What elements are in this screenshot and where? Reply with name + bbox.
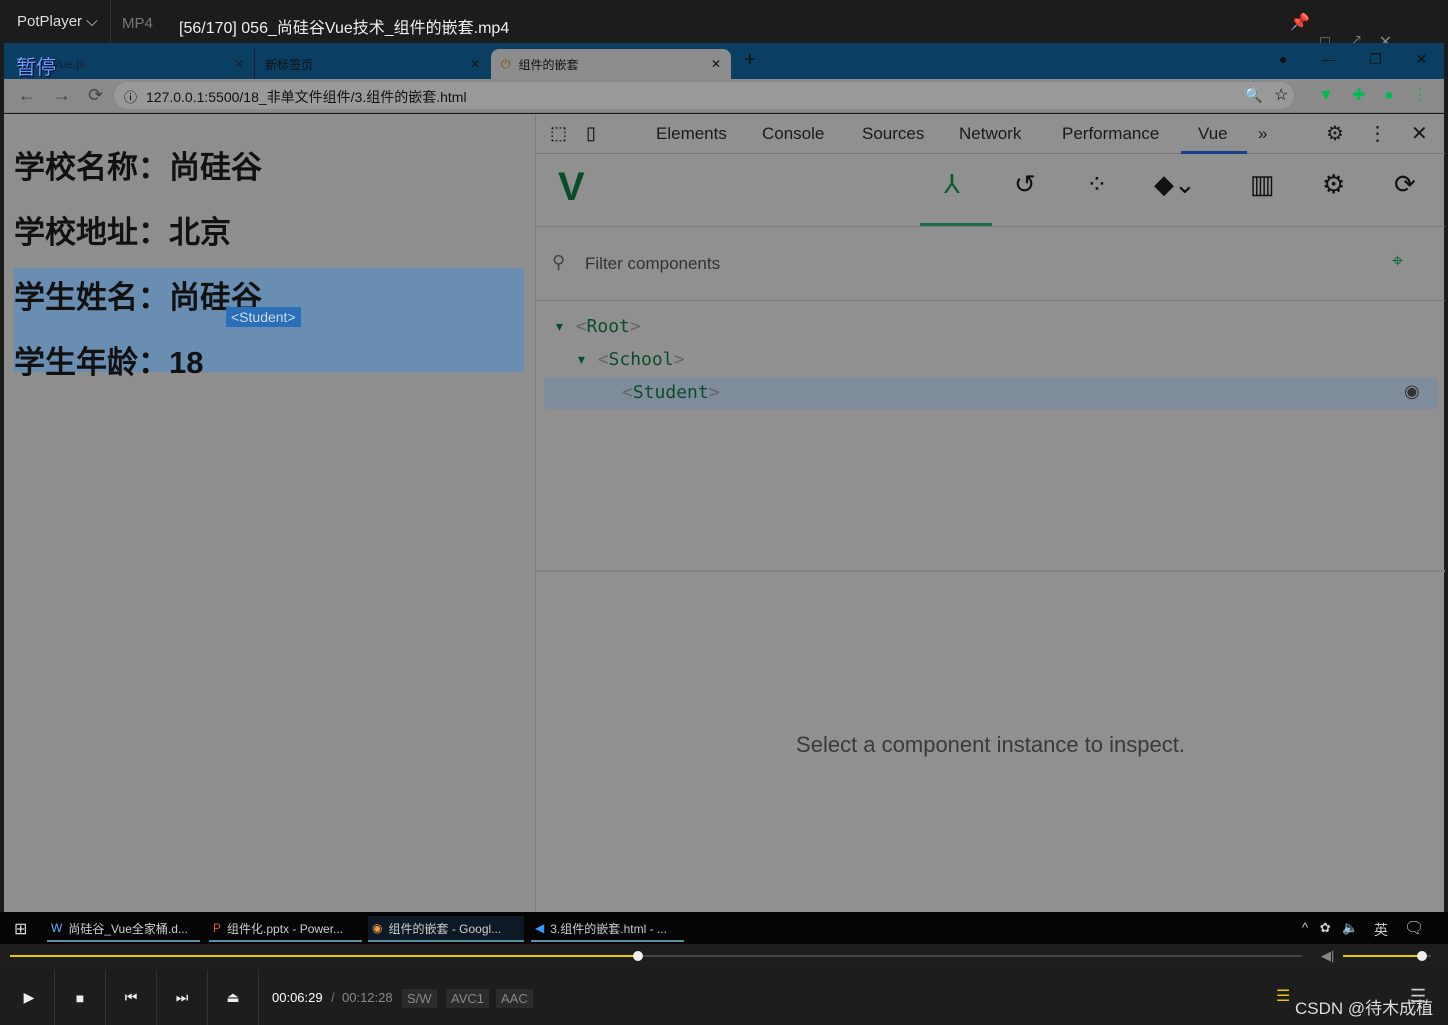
time-total: 00:12:28 [342,990,393,1005]
windows-taskbar: ⊞ W 尚硅谷_Vue全家桶.d... P 组件化.pptx - Power... … [0,912,1448,944]
pause-osd: 暂停 [16,57,56,79]
volume-icon[interactable]: ◀| [1321,948,1334,964]
tree-node-student[interactable]: <Student> [622,382,720,403]
address-bar: ← → ⟳ ⓘ 127.0.0.1:5500/18_非单文件组件/3.组件的嵌套… [4,79,1444,113]
favicon-icon: ⏻ [501,56,511,71]
refresh-icon[interactable]: ⟳ [1394,169,1416,200]
tab-active[interactable]: ⏻ 组件的嵌套 ✕ [491,49,731,79]
windows-start-icon[interactable]: ⊞ [14,919,27,939]
tree-node-root[interactable]: ▾ <Root> [554,316,641,337]
time-separator: / [331,990,335,1005]
playlist-search-icon[interactable]: ☰ [1276,986,1290,1006]
extension-icons[interactable]: ▼ ✚ ● ⋮ [1318,85,1428,105]
components-icon[interactable]: ⅄ [944,169,960,200]
taskbar-chrome[interactable]: ◉ 组件的嵌套 - Googl... [368,916,524,942]
web-page: 学校名称：尚硅谷 学校地址：北京 学生姓名：尚硅谷 学生年龄：18 <Stude… [4,114,535,912]
more-tabs-icon[interactable]: » [1258,124,1267,144]
vuex-icon[interactable]: ⁘ [1086,169,1108,200]
router-icon[interactable]: ◆⌄ [1154,169,1196,200]
url-field[interactable]: ⓘ 127.0.0.1:5500/18_非单文件组件/3.组件的嵌套.html … [114,82,1294,109]
tray-icons[interactable]: ^ ✿ 🔈 [1302,920,1358,936]
devtools-panel: ⬚ ▯ Elements Console Sources Network Per… [535,114,1445,912]
tab-network[interactable]: Network [959,124,1021,144]
tab-performance[interactable]: Performance [1062,124,1159,144]
filter-input[interactable]: Filter components [585,254,720,274]
school-address: 学校地址：北京 [14,215,231,250]
play-button[interactable]: ▶ [4,970,55,1025]
tab-vue[interactable]: Vue [1198,124,1228,144]
tab-new[interactable]: 新标签页 ✕ [254,49,490,79]
video-title: [56/170] 056_尚硅谷Vue技术_组件的嵌套.mp4 [179,20,510,37]
app-menu[interactable]: PotPlayer ⌵ [17,13,98,30]
url-text: 127.0.0.1:5500/18_非单文件组件/3.组件的嵌套.html [146,89,467,105]
format-label: MP4 [122,15,153,32]
badge-video-codec[interactable]: AVC1 [446,989,489,1008]
inspect-icon[interactable]: ⬚ ▯ [550,123,596,144]
student-name: 学生姓名：尚硅谷 [14,280,262,315]
player-controls: ▶ ■ ⏮ ⏭ ⏏ 00:06:29 / 00:12:28 S/W AVC1 A… [0,970,1448,1025]
new-tab-button[interactable]: + [744,49,756,72]
zoom-icon[interactable]: 🔍 [1244,86,1263,104]
target-icon[interactable]: ⌖ [1392,250,1403,273]
taskbar-ppt[interactable]: P 组件化.pptx - Power... [209,916,362,942]
student-age: 学生年龄：18 [14,345,204,380]
filter-bar[interactable]: ⚲ Filter components ⌖ [536,228,1445,301]
time-current: 00:06:29 [272,990,323,1005]
tab-console[interactable]: Console [762,124,824,144]
tree-node-school[interactable]: ▾ <School> [576,349,684,370]
seek-area: ◀| [0,944,1448,970]
star-icon[interactable]: ☆ [1274,85,1288,105]
previous-button[interactable]: ⏮ [106,970,157,1025]
browser-tabstrip: Vue.js ✕ 新标签页 ✕ ⏻ 组件的嵌套 ✕ + 暂停 ● — ❐ ✕ [4,43,1444,79]
timeline-icon[interactable]: ↺ [1014,169,1036,200]
browser-window-controls[interactable]: ● — ❐ ✕ [1279,51,1427,68]
taskbar-vscode[interactable]: ◀ 3.组件的嵌套.html - ... [531,916,684,942]
tab-sources[interactable]: Sources [862,124,924,144]
settings-icon[interactable]: ⚙ [1322,169,1345,200]
seek-handle[interactable] [632,951,643,961]
component-tooltip: <Student> [226,307,301,327]
badge-decoder[interactable]: S/W [402,989,437,1008]
search-icon: ⚲ [552,252,566,272]
eject-button[interactable]: ⏏ [208,970,259,1025]
eye-icon[interactable]: ◉ [1404,381,1420,402]
notification-icon[interactable]: 🗨 [1404,918,1424,938]
tab-elements[interactable]: Elements [656,124,727,144]
school-name: 学校名称：尚硅谷 [14,150,262,185]
ime-indicator[interactable]: 英 [1374,920,1388,940]
stop-button[interactable]: ■ [55,970,106,1025]
app-name: PotPlayer [17,13,83,30]
vue-logo: V [558,165,585,209]
volume-handle[interactable] [1417,951,1428,961]
empty-inspector-message: Select a component instance to inspect. [796,732,1185,757]
info-icon: ⓘ [124,90,138,105]
badge-audio-codec[interactable]: AAC [496,989,533,1008]
taskbar-word[interactable]: W 尚硅谷_Vue全家桶.d... [47,916,200,942]
nav-buttons[interactable]: ← → ⟳ [18,85,103,106]
menu-icon[interactable]: ☰ [1410,986,1426,1007]
performance-icon[interactable]: ▥ [1250,169,1275,200]
settings-menu-close[interactable]: ⚙ ⋮ ✕ [1326,121,1428,146]
player-titlebar: PotPlayer ⌵ MP4 [56/170] 056_尚硅谷Vue技术_组件… [0,0,1448,51]
next-button[interactable]: ⏭ [157,970,208,1025]
